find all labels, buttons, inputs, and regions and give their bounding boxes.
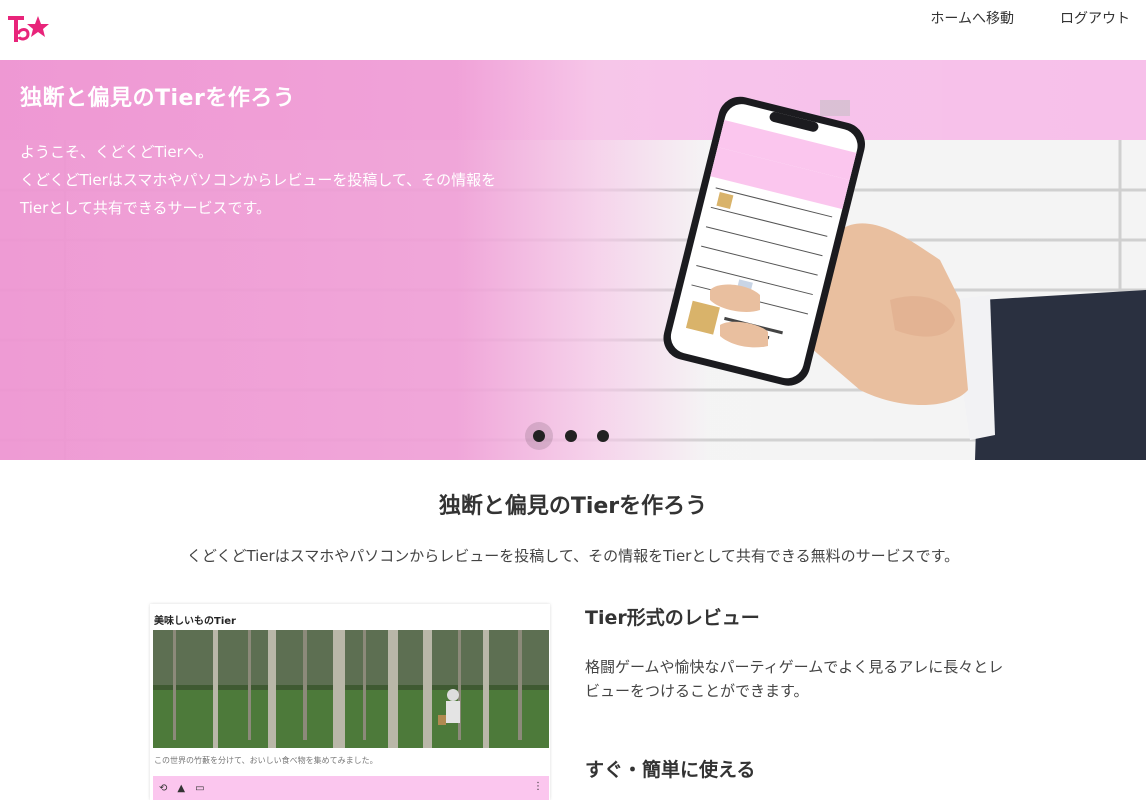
tier-preview-card: 美味しいものTier この世界の竹藪を分けて、おいしい食べ物を集めてみました。 …: [150, 604, 550, 800]
refresh-icon[interactable]: ⟲: [159, 783, 167, 794]
home-link[interactable]: ホームへ移動: [930, 8, 1014, 28]
preview-title: 美味しいものTier: [154, 616, 236, 627]
section-title: 独断と偏見のTierを作ろう: [438, 494, 708, 519]
section-description: くどくどTierはスマホやパソコンからレビューを投稿して、その情報をTierとし…: [186, 547, 960, 565]
feature-text-tier-review: 格闘ゲームや愉快なパーティゲームでよく見るアレに長々とレビューをつけることができ…: [585, 658, 1004, 700]
triangle-icon[interactable]: ▲: [177, 783, 185, 794]
hero-text-line: Tierとして共有できるサービスです。: [20, 199, 272, 217]
carousel-indicators: [525, 422, 617, 450]
logo[interactable]: [6, 10, 50, 46]
feature-title-easy-use: すぐ・簡単に使える: [585, 759, 756, 781]
more-vert-icon[interactable]: ⋮: [533, 781, 543, 792]
bamboo-forest-photo: [153, 630, 549, 748]
feature-title-tier-review: Tier形式のレビュー: [585, 607, 760, 629]
hero-carousel: 独断と偏見のTierを作ろう ようこそ、くどくどTierへ。 くどくどTierは…: [0, 60, 1146, 460]
top-nav: ホームへ移動 ログアウト: [930, 8, 1130, 28]
carousel-dot-2[interactable]: [557, 422, 585, 450]
top-bar: ホームへ移動 ログアウト: [0, 0, 1146, 60]
carousel-dot-3[interactable]: [589, 422, 617, 450]
preview-toolbar: ⟲ ▲ ▭ ⋮: [153, 776, 549, 800]
logout-link[interactable]: ログアウト: [1060, 8, 1130, 28]
logo-mark-icon: [8, 16, 49, 42]
hero-text-line: ようこそ、くどくどTierへ。: [20, 143, 213, 161]
hero-title: 独断と偏見のTierを作ろう: [20, 86, 296, 111]
carousel-dot-1[interactable]: [525, 422, 553, 450]
preview-caption: この世界の竹藪を分けて、おいしい食べ物を集めてみました。: [154, 756, 378, 765]
hero-text-line: くどくどTierはスマホやパソコンからレビューを投稿して、その情報を: [20, 171, 497, 189]
screen-icon[interactable]: ▭: [195, 783, 204, 794]
hand-holding-phone-illustration: [663, 96, 1146, 460]
hero-text: ようこそ、くどくどTierへ。 くどくどTierはスマホやパソコンからレビューを…: [20, 138, 560, 222]
